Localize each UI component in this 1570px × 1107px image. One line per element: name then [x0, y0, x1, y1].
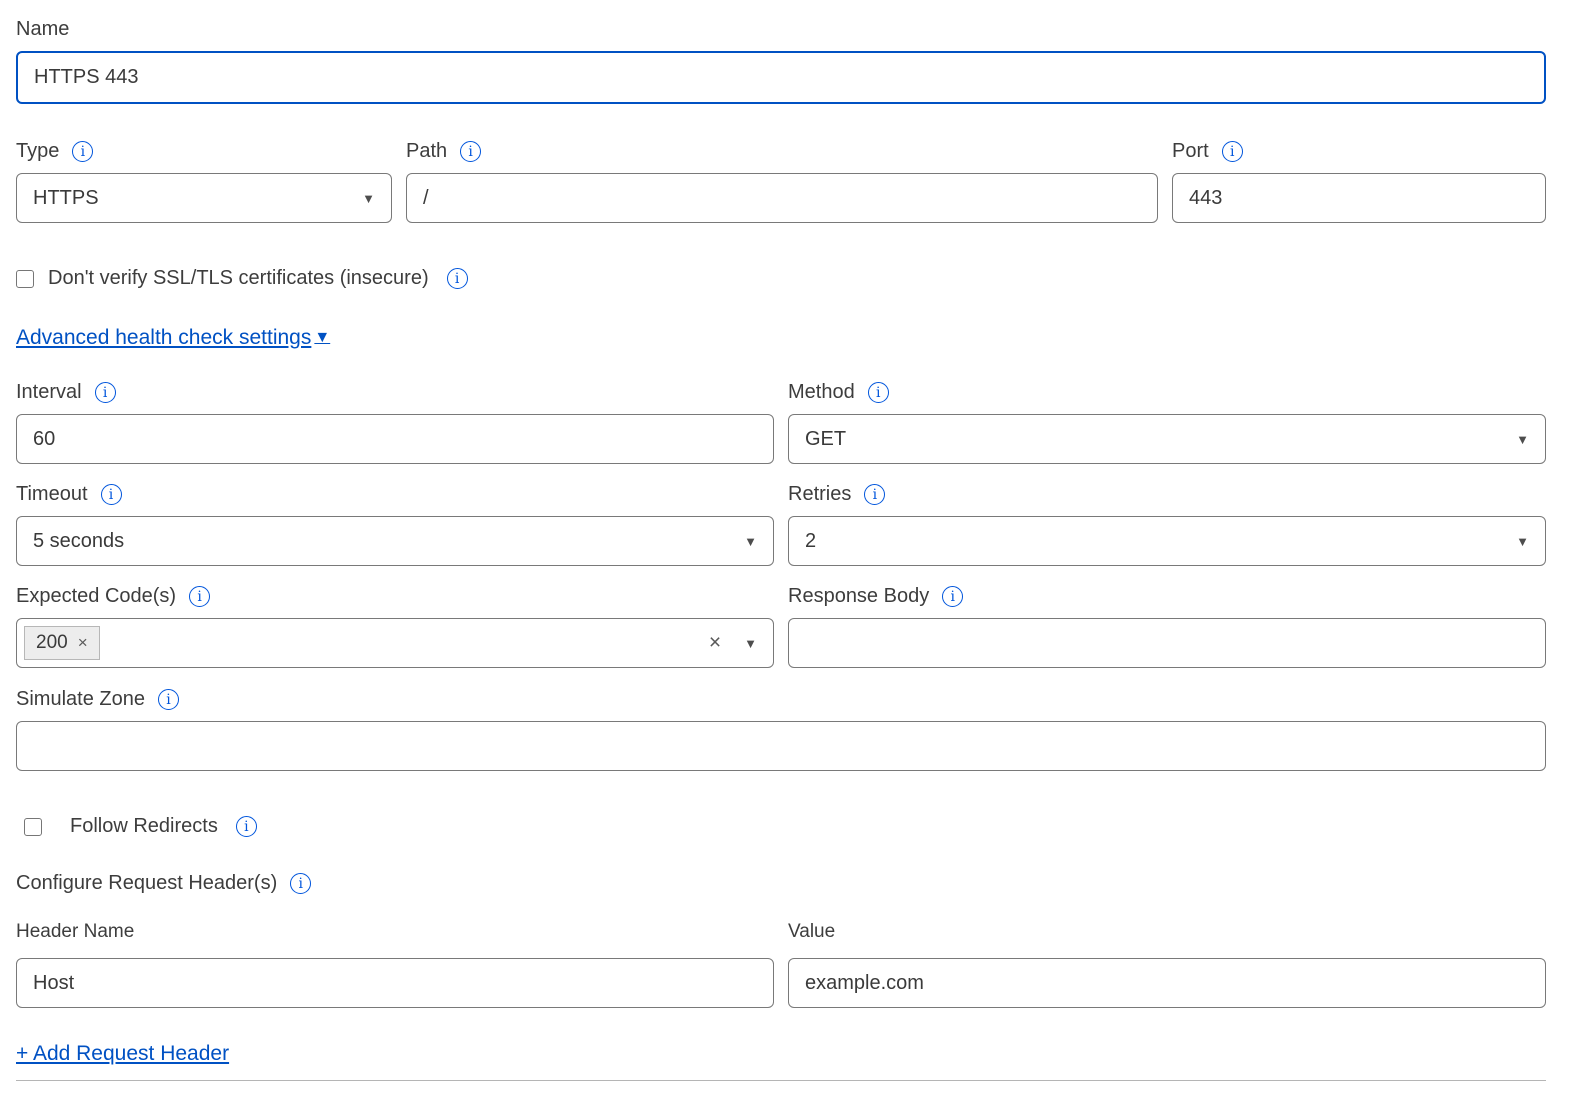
advanced-settings-link[interactable]: Advanced health check settings ▼: [16, 326, 330, 350]
chevron-down-icon: ▼: [314, 329, 330, 347]
path-label: Path: [406, 140, 447, 163]
simulate-zone-label: Simulate Zone: [16, 688, 145, 711]
header-value-input[interactable]: [788, 958, 1546, 1008]
port-input[interactable]: [1172, 173, 1546, 223]
type-select-value: HTTPS: [33, 187, 99, 210]
clear-all-icon[interactable]: ×: [709, 631, 721, 655]
info-icon[interactable]: i: [158, 689, 179, 710]
codes-body-row: Expected Code(s) i 200 × × ▼ Response Bo…: [16, 585, 1546, 668]
simulate-zone-input[interactable]: [16, 721, 1546, 771]
expected-codes-multiselect[interactable]: 200 × × ▼: [16, 618, 774, 668]
info-icon[interactable]: i: [942, 586, 963, 607]
interval-label: Interval: [16, 381, 82, 404]
verify-ssl-checkbox[interactable]: [16, 270, 34, 288]
chevron-down-icon: ▼: [362, 191, 375, 206]
expected-codes-field: Expected Code(s) i 200 × × ▼: [16, 585, 774, 668]
timeout-select-value: 5 seconds: [33, 530, 124, 553]
timeout-field: Timeout i 5 seconds ▼: [16, 483, 774, 566]
info-icon[interactable]: i: [236, 816, 257, 837]
header-value-field: Value: [788, 921, 1546, 1008]
name-input[interactable]: [16, 51, 1546, 104]
method-field: Method i GET ▼: [788, 381, 1546, 464]
type-label: Type: [16, 140, 59, 163]
advanced-settings-link-label: Advanced health check settings: [16, 326, 311, 350]
header-name-field: Header Name: [16, 921, 774, 1008]
health-check-form: Name Type i HTTPS ▼ Path i Port i: [0, 0, 1570, 1081]
info-icon[interactable]: i: [460, 141, 481, 162]
verify-ssl-label: Don't verify SSL/TLS certificates (insec…: [48, 267, 429, 290]
header-name-column-label: Header Name: [16, 921, 774, 943]
simulate-zone-field: Simulate Zone i: [16, 688, 1546, 771]
chevron-down-icon: ▼: [1516, 534, 1529, 549]
verify-ssl-row: Don't verify SSL/TLS certificates (insec…: [16, 267, 1546, 290]
request-headers-section-label: Configure Request Header(s): [16, 872, 277, 895]
expected-codes-label: Expected Code(s): [16, 585, 176, 608]
tag-remove-icon[interactable]: ×: [78, 633, 88, 653]
header-value-column-label: Value: [788, 921, 1546, 943]
interval-input[interactable]: [16, 414, 774, 464]
timeout-retries-row: Timeout i 5 seconds ▼ Retries i 2 ▼: [16, 483, 1546, 566]
response-body-field: Response Body i: [788, 585, 1546, 668]
path-field: Path i: [406, 140, 1158, 223]
interval-method-row: Interval i Method i GET ▼: [16, 381, 1546, 464]
info-icon[interactable]: i: [290, 873, 311, 894]
interval-field: Interval i: [16, 381, 774, 464]
chevron-down-icon: ▼: [1516, 432, 1529, 447]
request-headers-section: Configure Request Header(s) i: [16, 872, 1546, 895]
retries-select-value: 2: [805, 530, 816, 553]
info-icon[interactable]: i: [95, 382, 116, 403]
response-body-label: Response Body: [788, 585, 929, 608]
request-header-row: Header Name Value: [16, 921, 1546, 1008]
info-icon[interactable]: i: [864, 484, 885, 505]
follow-redirects-checkbox[interactable]: [24, 818, 42, 836]
follow-redirects-row: Follow Redirects i: [16, 815, 1546, 838]
info-icon[interactable]: i: [189, 586, 210, 607]
timeout-label: Timeout: [16, 483, 88, 506]
add-request-header-link[interactable]: + Add Request Header: [16, 1042, 229, 1066]
timeout-select[interactable]: 5 seconds ▼: [16, 516, 774, 566]
code-tag: 200 ×: [24, 626, 100, 660]
follow-redirects-label: Follow Redirects: [70, 815, 218, 838]
code-tag-value: 200: [36, 632, 68, 654]
info-icon[interactable]: i: [72, 141, 93, 162]
port-field: Port i: [1172, 140, 1546, 223]
method-label: Method: [788, 381, 855, 404]
info-icon[interactable]: i: [868, 382, 889, 403]
info-icon[interactable]: i: [1222, 141, 1243, 162]
type-select[interactable]: HTTPS ▼: [16, 173, 392, 223]
type-path-port-row: Type i HTTPS ▼ Path i Port i: [16, 140, 1546, 223]
retries-label: Retries: [788, 483, 851, 506]
chevron-down-icon: ▼: [744, 534, 757, 549]
response-body-input[interactable]: [788, 618, 1546, 668]
name-label-row: Name: [16, 18, 1546, 41]
name-label: Name: [16, 18, 69, 41]
header-name-input[interactable]: [16, 958, 774, 1008]
add-request-header-link-label: + Add Request Header: [16, 1042, 229, 1066]
method-select-value: GET: [805, 428, 846, 451]
retries-field: Retries i 2 ▼: [788, 483, 1546, 566]
info-icon[interactable]: i: [101, 484, 122, 505]
type-field: Type i HTTPS ▼: [16, 140, 392, 223]
path-input[interactable]: [406, 173, 1158, 223]
chevron-down-icon: ▼: [744, 636, 757, 651]
section-divider: [16, 1080, 1546, 1081]
port-label: Port: [1172, 140, 1209, 163]
info-icon[interactable]: i: [447, 268, 468, 289]
retries-select[interactable]: 2 ▼: [788, 516, 1546, 566]
method-select[interactable]: GET ▼: [788, 414, 1546, 464]
